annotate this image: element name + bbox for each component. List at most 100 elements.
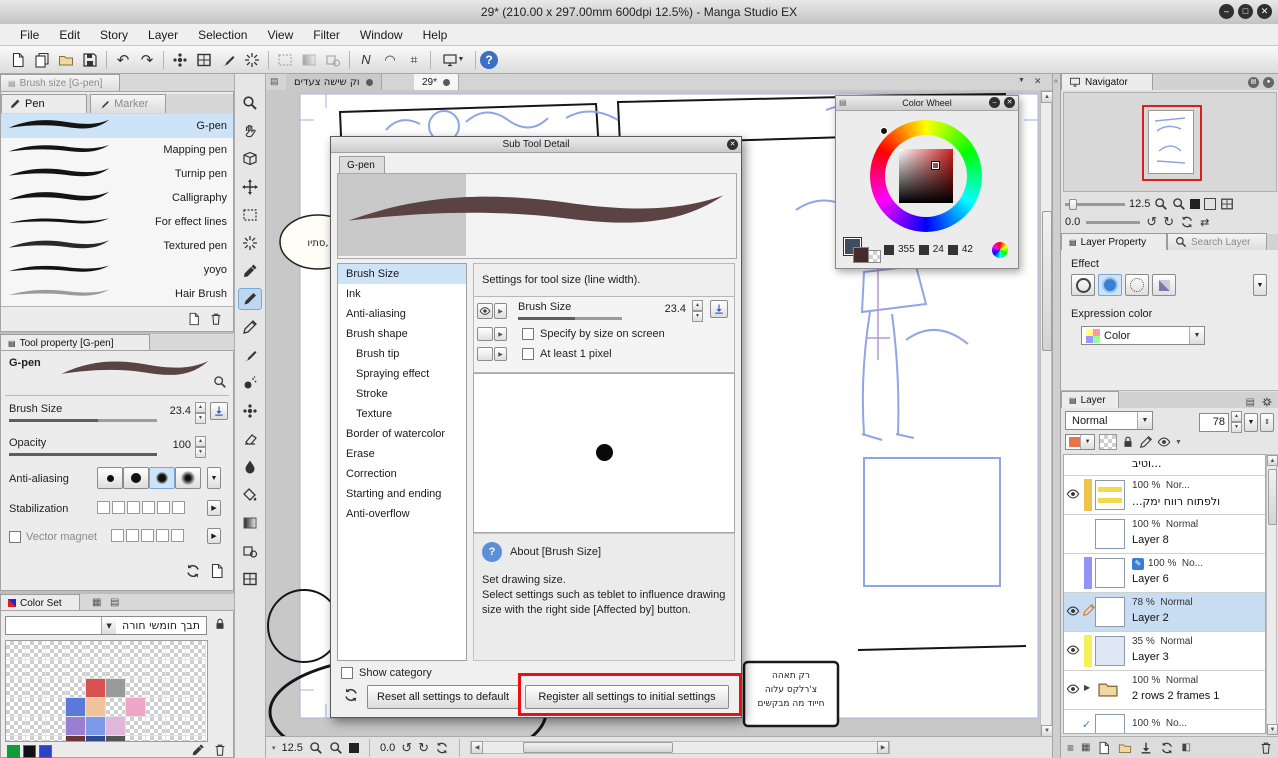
zoom-out-icon[interactable] [329,741,343,755]
canvas-rotation-value[interactable]: 0.0 [380,742,395,754]
effect-tone-icon[interactable] [1125,274,1149,296]
color-swatch[interactable] [6,717,26,736]
vector-magnet-checkbox[interactable] [9,531,21,543]
select-tool-icon-3[interactable] [321,49,345,71]
color-swatch[interactable] [166,641,186,660]
brush-item-calligraphy[interactable]: Calligraphy [1,186,233,210]
color-swatch[interactable] [126,717,146,736]
tool-frame-border[interactable] [238,568,262,590]
canvas-vscrollbar[interactable]: ▲ ▼ [1040,90,1053,737]
brush-item-turnip-pen[interactable]: Turnip pen [1,162,233,186]
layer-opacity-slider-icon[interactable]: ⇕ [1260,412,1274,432]
brush-size-stepper[interactable]: ▲ ▼ [195,402,206,424]
panel-minimize-icon[interactable]: – [989,97,1000,108]
layer-mask-icon[interactable]: ◧ [1181,742,1190,753]
layer-row-balloon[interactable]: 100 % Nor... ...ולפתוח רווח ימק [1064,476,1265,515]
saturation-value-square[interactable] [899,149,953,203]
quick-color-black[interactable] [23,745,36,758]
layer-opacity-value[interactable]: 78 [1199,412,1229,432]
display-settings-icon[interactable]: ▼ [435,49,471,71]
category-erase[interactable]: Erase [338,444,466,464]
screen-size-toggle-icon[interactable] [477,327,493,341]
screen-size-expand-icon[interactable]: ▶ [494,327,507,341]
color-swatch[interactable] [46,660,66,679]
color-swatch[interactable] [26,698,46,717]
color-swatch[interactable] [126,660,146,679]
color-swatch[interactable] [6,698,26,717]
expression-color-select[interactable]: Color ▼ [1081,326,1205,345]
reset-all-settings-button[interactable]: Reset all settings to default [367,685,519,709]
tab-search-layer[interactable]: Search Layer [1167,233,1267,250]
category-correction[interactable]: Correction [338,464,466,484]
tab-scroll-down-icon[interactable]: ▼ [1018,77,1025,84]
delete-layer-icon[interactable] [1259,741,1273,755]
expand-triangle-icon[interactable]: ▶ [1084,683,1090,692]
color-swatch[interactable] [46,698,66,717]
color-swatch[interactable] [186,679,206,698]
list-view-icon[interactable]: ▤ [110,597,119,608]
tool-selection[interactable] [238,204,262,226]
color-swatch[interactable] [126,736,146,741]
layer-row-partial-top[interactable]: וטיב... [1064,455,1265,476]
tab-close-icon[interactable]: ✕ [1034,76,1042,87]
new-story-icon[interactable] [30,49,54,71]
nav-actual-size-icon[interactable] [1204,198,1217,210]
color-swatch[interactable] [66,641,86,660]
subtool-tab-marker[interactable]: Marker [90,94,167,113]
tool-airbrush[interactable] [238,372,262,394]
tool-gradient[interactable] [238,512,262,534]
color-swatch[interactable] [166,660,186,679]
color-swatch[interactable] [166,717,186,736]
scroll-right-icon[interactable]: ▶ [877,741,890,754]
color-swatch[interactable] [106,641,126,660]
color-swatch[interactable] [106,660,126,679]
snap-to-grid-icon[interactable] [240,49,264,71]
sub-color-swatch[interactable] [853,247,869,263]
color-swatch[interactable] [166,736,186,741]
effect-layer-color-icon[interactable] [1152,274,1176,296]
category-texture[interactable]: Texture [338,404,466,424]
add-color-icon[interactable] [191,743,205,757]
brush-item-for-effect-lines[interactable]: For effect lines [1,210,233,234]
navigator-rotate-slider[interactable] [1086,220,1141,224]
layer-thumbnail[interactable] [1095,597,1125,627]
category-anti-overflow[interactable]: Anti-overflow [338,504,466,524]
document-tab-2[interactable]: 29* [414,74,460,90]
opacity-stepper[interactable]: ▲ ▼ [195,436,206,458]
visibility-eye-icon[interactable] [1066,487,1082,503]
layer-list-scrollbar[interactable]: ▲ ▼ [1266,454,1278,735]
color-swatch[interactable] [86,641,106,660]
nav-rotate-cw-icon[interactable]: ↻ [1163,214,1174,230]
menu-item-filter[interactable]: Filter [303,24,350,46]
layer-color-select[interactable]: ▼ [1065,434,1095,450]
brush-size-value[interactable]: 23.4 [157,405,191,417]
brush-size-slider[interactable] [9,419,157,422]
color-swatch[interactable] [146,660,166,679]
color-swatch[interactable] [6,641,26,660]
tab-list-icon[interactable]: ▤ [270,76,279,87]
color-swatch[interactable] [66,660,86,679]
nav-flip-icon[interactable]: ⇄ [1200,216,1209,229]
opacity-slider[interactable] [9,453,157,456]
zoom-in-icon[interactable] [309,741,323,755]
color-swatch[interactable] [126,698,146,717]
brush-item-textured-pen[interactable]: Textured pen [1,234,233,258]
layer-opacity-stepper[interactable]: ▲ ▼ [1231,411,1242,433]
document-tab-1[interactable]: וק שישה צעדים [286,74,382,90]
copy-subtool-icon[interactable] [187,312,201,326]
layer-row-layer8[interactable]: 100 % Normal Layer 8 [1064,515,1265,554]
preview-zoom-icon[interactable] [213,375,227,392]
color-swatch[interactable] [186,736,206,741]
brush-size-affected-by-button[interactable] [210,402,228,420]
curve-icon[interactable]: ◠ [378,49,402,71]
color-swatch[interactable] [166,679,186,698]
show-category-checkbox[interactable] [341,667,353,679]
panel-close-icon[interactable]: ✕ [1004,97,1015,108]
color-swatch[interactable] [26,717,46,736]
min-pixel-toggle-icon[interactable] [477,347,493,361]
dialog-brush-size-value[interactable]: 23.4 [650,303,686,315]
canvas-zoom-value[interactable]: 12.5 [282,742,303,754]
redo-icon[interactable]: ↷ [135,49,159,71]
save-icon[interactable] [78,49,102,71]
menu-item-file[interactable]: File [10,24,49,46]
